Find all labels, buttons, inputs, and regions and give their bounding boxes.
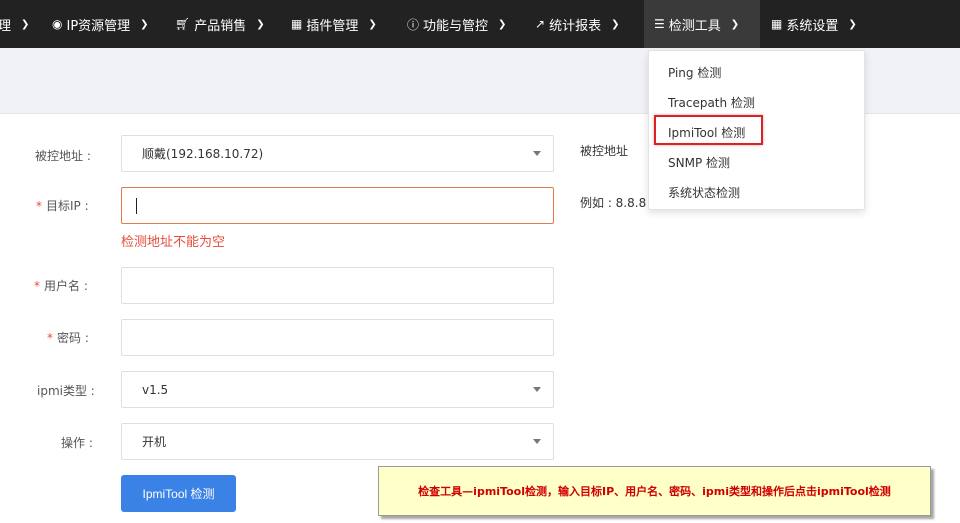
ipmi-type-select[interactable]: v1.5 [121, 371, 554, 408]
nav-item-ip-resource[interactable]: ◉ IP资源管理 ❯ [52, 0, 149, 48]
chevron-down-icon: ❯ [256, 18, 265, 30]
nav-item-label: 检测工具 [668, 18, 721, 34]
dropdown-item-snmp[interactable]: SNMP 检测 [668, 154, 730, 171]
chevron-down-icon: ❯ [498, 18, 507, 30]
nav-item-label: 理 [0, 18, 12, 34]
nav-item-plugin-management[interactable]: ▦ 插件管理 ❯ [291, 0, 377, 48]
chevron-down-icon: ❯ [730, 18, 740, 30]
annotation-note: 检查工具—ipmiTool检测，输入目标IP、用户名、密码、ipmi类型和操作后… [378, 466, 931, 516]
nav-item-statistics[interactable]: ↗ 统计报表 ❯ [535, 0, 619, 48]
ipmi-type-label: ipmi类型 : [37, 384, 95, 398]
caret-down-icon [533, 387, 541, 392]
top-navigation: 理 ❯ ◉ IP资源管理 ❯ 🛒︎ 产品销售 ❯ ▦ 插件管理 ❯ ⓘ 功能与管… [0, 0, 960, 48]
line-chart-icon: ↗ [535, 17, 546, 31]
shopping-cart-icon: 🛒︎ [175, 17, 191, 31]
map-marker-icon: ◉ [52, 17, 63, 31]
password-input[interactable] [121, 319, 554, 356]
chevron-down-icon: ❯ [140, 18, 149, 30]
username-label: * 用户名 : [34, 279, 88, 293]
caret-down-icon [533, 151, 541, 156]
text-cursor [136, 197, 137, 214]
dropdown-item-tracepath[interactable]: Tracepath 检测 [668, 94, 755, 111]
nav-item-label: 产品销售 [194, 18, 247, 34]
controlled-address-label: 被控地址 : [35, 149, 91, 163]
action-select[interactable]: 开机 [121, 423, 554, 460]
ipmitool-highlight-box [654, 115, 763, 145]
select-value: 顺戴(192.168.10.72) [142, 147, 264, 161]
select-value: 开机 [142, 435, 167, 449]
nav-item-label: 插件管理 [306, 18, 359, 34]
dropdown-item-ping[interactable]: Ping 检测 [668, 64, 721, 81]
nav-item-label: 功能与管控 [423, 18, 489, 34]
chevron-down-icon: ❯ [848, 18, 857, 30]
controlled-address-select[interactable]: 顺戴(192.168.10.72) [121, 135, 554, 172]
target-ip-error: 检测地址不能为空 [121, 235, 226, 250]
ipmitool-detect-button[interactable]: IpmiTool 检测 [121, 475, 236, 512]
windows-grid-icon: ▦ [771, 17, 783, 31]
chevron-down-icon: ❯ [368, 18, 377, 30]
nav-item-features-control[interactable]: ⓘ 功能与管控 ❯ [407, 0, 506, 48]
right-controlled-address-label: 被控地址 [580, 144, 629, 158]
target-ip-label: * 目标IP : [36, 199, 89, 213]
info-circle-icon: ⓘ [407, 17, 420, 32]
dropdown-item-system-status[interactable]: 系统状态检测 [668, 184, 740, 201]
nav-item-label: 系统设置 [786, 18, 839, 34]
target-ip-input[interactable] [121, 187, 554, 224]
nav-item-detection-tools[interactable]: ☰ 检测工具 ❯ [644, 0, 760, 48]
nav-item-label: 统计报表 [549, 18, 602, 34]
right-example-text: 例如 : 8.8.8 [580, 196, 647, 210]
nav-item-system-settings[interactable]: ▦ 系统设置 ❯ [771, 0, 857, 48]
grid-icon: ▦ [291, 17, 303, 31]
username-input[interactable] [121, 267, 554, 304]
caret-down-icon [533, 439, 541, 444]
list-icon: ☰ [654, 17, 665, 31]
nav-item-partial[interactable]: 理 ❯ [0, 0, 29, 48]
chevron-down-icon: ❯ [611, 18, 620, 30]
password-label: * 密码 : [47, 331, 89, 345]
select-value: v1.5 [142, 382, 169, 397]
nav-item-product-sales[interactable]: 🛒︎ 产品销售 ❯ [175, 0, 265, 48]
action-label: 操作 : [61, 436, 93, 450]
chevron-down-icon: ❯ [21, 18, 30, 30]
nav-item-label: IP资源管理 [66, 18, 131, 34]
